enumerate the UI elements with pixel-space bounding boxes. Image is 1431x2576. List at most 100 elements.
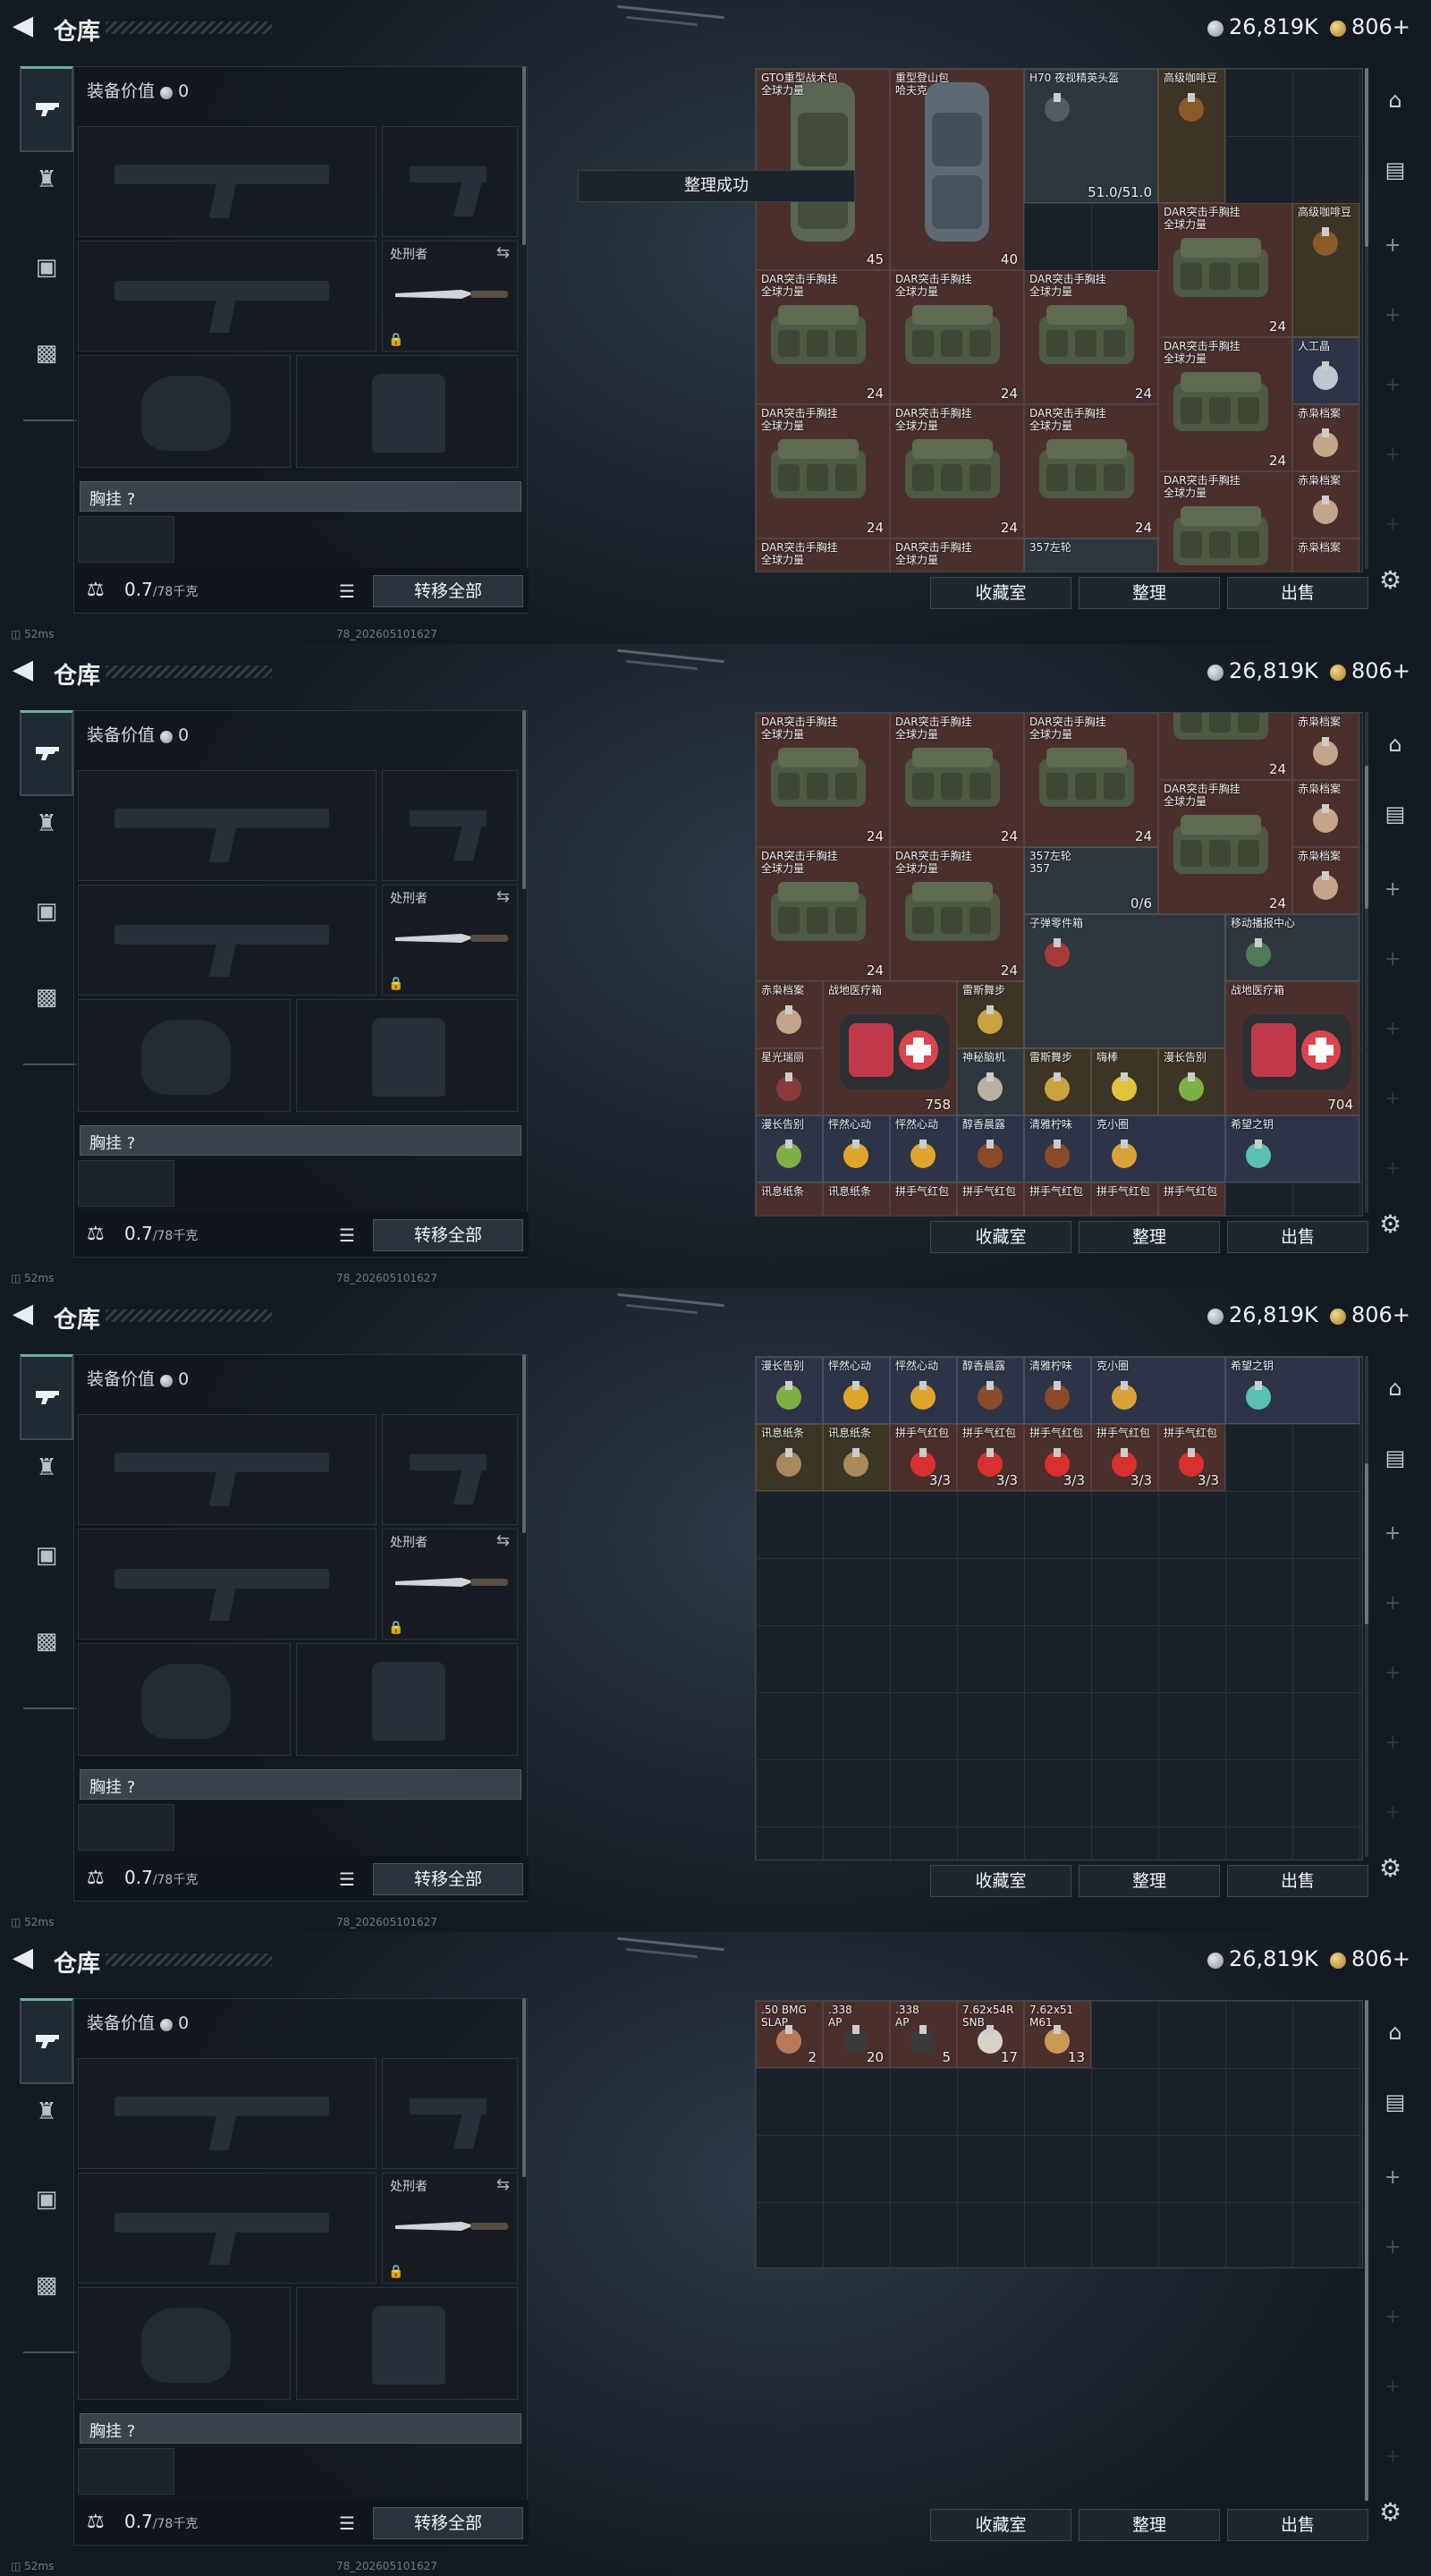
silver-currency[interactable]: 26,819K (1207, 1946, 1318, 1971)
collection-button[interactable]: 收藏室 (930, 2509, 1071, 2541)
silver-currency[interactable]: 26,819K (1207, 658, 1318, 683)
add-tab-icon[interactable]: + (1384, 234, 1401, 257)
gear-icon[interactable]: ⚙ (1379, 2497, 1401, 2527)
storage-item[interactable]: 讯息纸条 (823, 1182, 890, 1216)
case-icon[interactable]: ▣ (30, 254, 63, 286)
storage-item[interactable]: DAR突击手胸挂 全球力量24 (890, 270, 1024, 404)
gear-icon[interactable]: ⚙ (1379, 565, 1401, 595)
chest-rig-row[interactable]: 胸挂 ? (80, 481, 521, 512)
back-arrow-icon[interactable]: ◀ (13, 1301, 33, 1327)
storage-item[interactable]: 清雅柠味 (1024, 1115, 1091, 1182)
storage-item[interactable]: 7.62x51 M61 13 (1024, 2001, 1091, 2068)
case-icon[interactable]: ▣ (30, 2186, 63, 2218)
sell-button[interactable]: 出售 (1227, 1865, 1368, 1897)
storage-item[interactable]: 怦然心动 (890, 1357, 957, 1424)
nav-tab-weapons[interactable] (20, 710, 73, 796)
swap-icon[interactable]: ⇆ (496, 887, 510, 906)
warehouse-icon[interactable]: ⌂ (1379, 88, 1411, 120)
storage-item[interactable]: DAR突击手胸挂 全球力量24 (1158, 337, 1292, 471)
equipment-scrollbar[interactable] (522, 1998, 526, 2177)
secondary-weapon-slot[interactable] (78, 1529, 377, 1640)
storage-item[interactable]: DAR突击手胸挂 全球力量24 (756, 270, 890, 404)
storage-item[interactable]: 拼手气红包 (1024, 1182, 1091, 1216)
add-tab-icon[interactable]: + (1384, 948, 1401, 970)
storage-item[interactable]: 醇香晨露 (957, 1115, 1024, 1182)
storage-tab-icon[interactable]: ▤ (1379, 157, 1411, 190)
helmet-slot[interactable] (78, 999, 291, 1112)
storage-item[interactable]: DAR突击手胸挂 全球力量24 (1024, 404, 1158, 538)
collection-button[interactable]: 收藏室 (930, 1865, 1071, 1897)
storage-tab-icon[interactable]: ▤ (1379, 801, 1411, 834)
storage-item[interactable]: .338 AP 20 (823, 2001, 890, 2068)
back-arrow-icon[interactable]: ◀ (13, 657, 33, 683)
organize-button[interactable]: 整理 (1079, 1221, 1220, 1253)
silver-currency[interactable]: 26,819K (1207, 14, 1318, 39)
storage-item[interactable]: 高级咖啡豆 (1292, 203, 1359, 337)
sell-button[interactable]: 出售 (1227, 577, 1368, 609)
add-tab-icon[interactable]: + (1384, 1018, 1401, 1040)
back-arrow-icon[interactable]: ◀ (13, 13, 33, 39)
storage-item[interactable]: 赤枭档案 (1292, 713, 1359, 780)
collection-button[interactable]: 收藏室 (930, 577, 1071, 609)
storage-item[interactable]: DAR突击手胸挂 全球力量24 (890, 847, 1024, 981)
transfer-all-button[interactable]: 转移全部 (373, 1863, 523, 1895)
storage-item[interactable]: DAR突击手胸挂 全球力量24 (756, 713, 890, 847)
add-tab-icon[interactable]: + (1384, 304, 1401, 326)
storage-item[interactable]: 357左轮 (1024, 538, 1158, 572)
storage-item[interactable]: 赤枭档案 (1292, 847, 1359, 914)
back-arrow-icon[interactable]: ◀ (13, 1945, 33, 1971)
bag-icon[interactable]: ♜ (30, 2098, 63, 2131)
add-tab-icon[interactable]: + (1384, 1157, 1401, 1180)
storage-item[interactable]: 高级咖啡豆 (1158, 69, 1225, 203)
chest-rig-slot[interactable] (78, 516, 174, 563)
pistol-slot[interactable] (382, 770, 518, 881)
storage-item[interactable]: DAR突击手胸挂 全球力量24 (756, 404, 890, 538)
equipment-scrollbar[interactable] (522, 710, 526, 889)
organize-button[interactable]: 整理 (1079, 577, 1220, 609)
chest-rig-row[interactable]: 胸挂 ? (80, 1769, 521, 1800)
melee-slot[interactable]: 处刑者 ⇆ 🔒 (382, 885, 518, 996)
storage-item[interactable]: 拼手气红包 3/3 (957, 1424, 1024, 1491)
add-tab-icon[interactable]: + (1384, 513, 1401, 536)
storage-item[interactable]: 赤枭档案 (1292, 471, 1359, 538)
list-icon[interactable]: ☰ (339, 580, 355, 602)
warehouse-icon[interactable]: ⌂ (1379, 1376, 1411, 1408)
add-tab-icon[interactable]: + (1384, 1801, 1401, 1824)
storage-item[interactable]: 重型登山包 哈夫克 40 (890, 69, 1024, 270)
primary-weapon-slot[interactable] (78, 770, 377, 881)
chest-rig-row[interactable]: 胸挂 ? (80, 1125, 521, 1156)
add-tab-icon[interactable]: + (1384, 444, 1401, 466)
helmet-slot[interactable] (78, 2287, 291, 2400)
bag-icon[interactable]: ♜ (30, 166, 63, 199)
briefcase-icon[interactable]: ▩ (30, 2272, 63, 2304)
storage-item[interactable]: 移动播报中心 (1225, 914, 1359, 981)
storage-item[interactable]: 赤枭档案 (1292, 780, 1359, 847)
storage-item[interactable]: DAR突击手胸挂 全球力量24 (1158, 471, 1292, 572)
storage-item[interactable]: 希望之钥 (1225, 1357, 1359, 1424)
nav-tab-weapons[interactable] (20, 66, 73, 152)
warehouse-icon[interactable]: ⌂ (1379, 2020, 1411, 2052)
armor-slot[interactable] (296, 2287, 518, 2400)
case-icon[interactable]: ▣ (30, 1542, 63, 1574)
storage-item[interactable]: 拼手气红包 (1091, 1182, 1158, 1216)
secondary-weapon-slot[interactable] (78, 885, 377, 996)
bag-icon[interactable]: ♜ (30, 1454, 63, 1487)
transfer-all-button[interactable]: 转移全部 (373, 575, 523, 607)
storage-item[interactable]: DAR突击手胸挂 全球力量24 (1024, 270, 1158, 404)
add-tab-icon[interactable]: + (1384, 1662, 1401, 1684)
storage-item[interactable]: 讯息纸条 (756, 1424, 823, 1491)
list-icon[interactable]: ☰ (339, 2512, 355, 2534)
gear-icon[interactable]: ⚙ (1379, 1853, 1401, 1883)
storage-item[interactable]: 拼手气红包 3/3 (1024, 1424, 1091, 1491)
gold-currency[interactable]: 806+ (1330, 1946, 1410, 1971)
gear-icon[interactable]: ⚙ (1379, 1209, 1401, 1239)
armor-slot[interactable] (296, 1643, 518, 1756)
storage-item[interactable]: H70 夜视精英头盔 51.0/51.0 (1024, 69, 1158, 203)
storage-tab-icon[interactable]: ▤ (1379, 2089, 1411, 2122)
silver-currency[interactable]: 26,819K (1207, 1302, 1318, 1327)
storage-item[interactable]: 漫长告别 (756, 1115, 823, 1182)
storage-item[interactable]: 怦然心动 (823, 1115, 890, 1182)
list-icon[interactable]: ☰ (339, 1868, 355, 1890)
storage-item[interactable]: 怦然心动 (823, 1357, 890, 1424)
storage-item[interactable]: 357左轮 357 0/6 (1024, 847, 1158, 914)
